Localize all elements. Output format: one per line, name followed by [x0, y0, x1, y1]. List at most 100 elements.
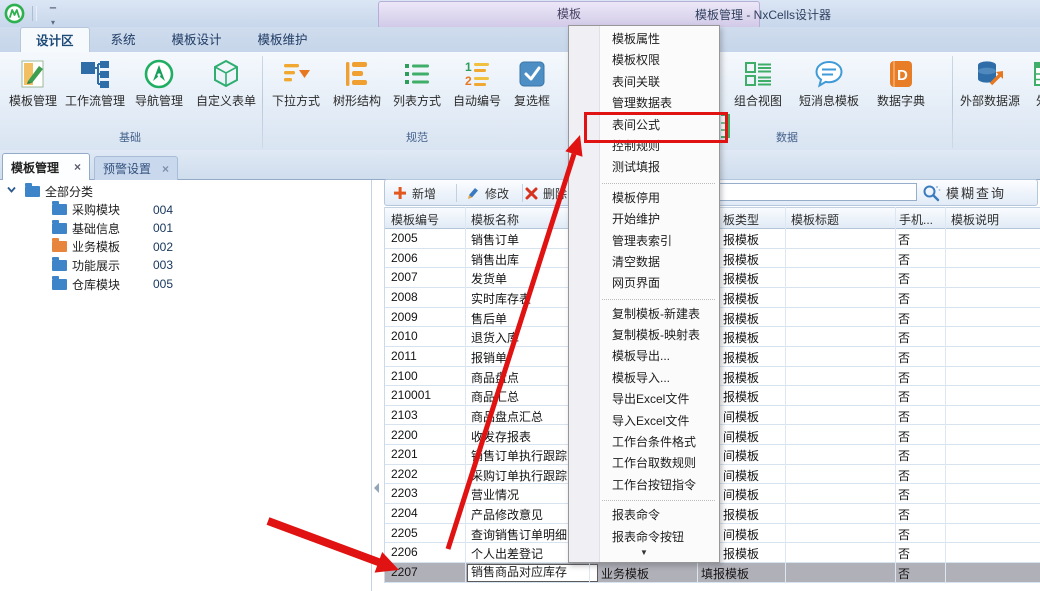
menu-item-模板权限[interactable]: 模板权限 [569, 50, 719, 71]
menu-item-导出Excel文件[interactable]: 导出Excel文件 [569, 389, 719, 410]
divider [32, 6, 33, 21]
menu-item-模板停用[interactable]: 模板停用 [569, 188, 719, 209]
tree-item-基础信息[interactable]: 基础信息001 [0, 219, 422, 237]
menu-item-网页界面[interactable]: 网页界面 [569, 273, 719, 294]
ribbon-button-模板管理[interactable]: 模板管理 [4, 54, 62, 126]
column-header-板类型[interactable]: 板类型 [723, 211, 759, 228]
close-icon[interactable]: × [68, 160, 81, 174]
column-gridline [465, 207, 466, 583]
toolbar-button-label: 修改 [485, 185, 509, 202]
cell-template-name: 实时库存表 [471, 290, 531, 307]
column-header-模板标题[interactable]: 模板标题 [791, 211, 839, 228]
svg-text:2: 2 [465, 74, 472, 88]
menu-item-工作台取数规则[interactable]: 工作台取数规则 [569, 453, 719, 474]
menu-item-导入Excel文件[interactable]: 导入Excel文件 [569, 411, 719, 432]
column-header-模板说明[interactable]: 模板说明 [951, 211, 999, 228]
column-header-模板名称[interactable]: 模板名称 [471, 211, 519, 228]
data-dict-icon: D [884, 57, 918, 91]
cell-template-code: 2205 [391, 526, 418, 540]
tree-item-code: 003 [153, 258, 173, 272]
tree-item-采购模块[interactable]: 采购模块004 [0, 201, 422, 219]
custom-form-icon [209, 57, 243, 91]
table-row[interactable]: 2207销售商品对应库存业务模板填报模板否 [385, 563, 1040, 583]
tree-item-功能展示[interactable]: 功能展示003 [0, 256, 422, 274]
tree-structure-icon [340, 57, 374, 91]
menu-item-工作台条件格式[interactable]: 工作台条件格式 [569, 432, 719, 453]
ribbon-tab-设计区[interactable]: 设计区 [20, 27, 90, 53]
menu-item-开始维护[interactable]: 开始维护 [569, 209, 719, 230]
navigation-icon [142, 57, 176, 91]
svg-text:D: D [897, 67, 908, 84]
window-title: 模板管理 - NxCells设计器 [695, 6, 831, 23]
svg-text:1: 1 [465, 60, 472, 74]
cell-template-code: 2200 [391, 428, 418, 442]
ribbon-button-下拉方式[interactable]: 下拉方式 [267, 54, 325, 126]
ribbon-button-label: 组合视图 [729, 92, 787, 109]
doc-tab-预警设置[interactable]: 预警设置× [94, 156, 178, 180]
ribbon-button-列表方式[interactable]: 列表方式 [388, 54, 446, 126]
divider [456, 184, 457, 202]
cell-template-type: 报模板 [723, 310, 759, 327]
doc-tab-模板管理[interactable]: 模板管理× [2, 153, 90, 180]
ribbon-tab-模板设计[interactable]: 模板设计 [157, 27, 237, 52]
cell-template-type: 报模板 [723, 251, 759, 268]
cell-mobile: 否 [898, 447, 910, 464]
menu-item-管理表索引[interactable]: 管理表索引 [569, 231, 719, 252]
fuzzy-search-button[interactable]: 模糊查询 [921, 182, 1006, 203]
menu-item-模板导出...[interactable]: 模板导出... [569, 346, 719, 367]
ribbon-group-label: 数据 [727, 130, 847, 146]
tree-root-item[interactable]: 全部分类 [0, 182, 376, 200]
ribbon-tab-模板维护[interactable]: 模板维护 [243, 27, 323, 52]
menu-item-报表命令[interactable]: 报表命令 [569, 505, 719, 526]
menu-scroll-down-icon[interactable]: ▼ [569, 548, 719, 559]
ribbon-button-自定义表单[interactable]: 自定义表单 [192, 54, 260, 126]
ribbon: 模板管理工作流管理导航管理自定义表单基础下拉方式树形结构列表方式12自动编号复选… [0, 52, 1040, 151]
ribbon-button-短消息模板[interactable]: 短消息模板 [794, 54, 864, 126]
tree-item-label: 采购模块 [72, 201, 120, 218]
fuzzy-search-icon [921, 183, 941, 203]
ribbon-tab-系统[interactable]: 系统 [96, 27, 151, 52]
menu-item-工作台按钮指令[interactable]: 工作台按钮指令 [569, 475, 719, 496]
menu-item-清空数据[interactable]: 清空数据 [569, 252, 719, 273]
column-header-模板编号[interactable]: 模板编号 [391, 211, 439, 228]
quick-access-dropdown-icon[interactable]: ▔▾ [46, 8, 60, 28]
ribbon-button-label: 列表方式 [388, 92, 446, 109]
新增-button[interactable]: 新增 [393, 184, 436, 202]
tree-item-业务模板[interactable]: 业务模板002 [0, 238, 422, 256]
splitter-collapse-handle[interactable] [374, 483, 379, 493]
ribbon-button-工作流管理[interactable]: 工作流管理 [61, 54, 129, 126]
menu-item-复制模板-映射表[interactable]: 复制模板-映射表 [569, 325, 719, 346]
删除-button[interactable]: 删除 [525, 184, 567, 202]
ribbon-button-外部[interactable]: 外部 [1013, 54, 1040, 126]
cell-mobile: 否 [898, 526, 910, 543]
menu-item-表间关联[interactable]: 表间关联 [569, 72, 719, 93]
cell-mobile: 否 [898, 310, 910, 327]
dropdown-icon [279, 57, 313, 91]
menu-item-模板导入...[interactable]: 模板导入... [569, 368, 719, 389]
ribbon-button-组合视图[interactable]: 组合视图 [729, 54, 787, 126]
ribbon-button-树形结构[interactable]: 树形结构 [328, 54, 386, 126]
cell-template-type: 间模板 [723, 408, 759, 425]
close-icon[interactable]: × [156, 162, 169, 176]
修改-button[interactable]: 修改 [465, 184, 509, 202]
template-name-editbox[interactable]: 销售商品对应库存 [467, 564, 598, 582]
menu-item-模板属性[interactable]: 模板属性 [569, 29, 719, 50]
cell-template-code: 2008 [391, 290, 418, 304]
menu-item-报表命令按钮[interactable]: 报表命令按钮 [569, 527, 719, 548]
checkbox-icon [515, 57, 549, 91]
ribbon-button-自动编号[interactable]: 12自动编号 [448, 54, 506, 126]
ribbon-button-数据字典[interactable]: D数据字典 [872, 54, 930, 126]
ribbon-button-复选框[interactable]: 复选框 [507, 54, 557, 126]
chevron-down-icon[interactable] [6, 184, 17, 198]
cell-template-name: 报销单 [471, 349, 507, 366]
template-manage-icon [16, 57, 50, 91]
tree-item-仓库模块[interactable]: 仓库模块005 [0, 275, 422, 293]
menu-item-测试填报[interactable]: 测试填报 [569, 157, 719, 178]
cell-template-type: 间模板 [723, 447, 759, 464]
title-bar: ▔▾ 模板 模板管理 - NxCells设计器 [0, 0, 1040, 27]
cell-template-code: 2206 [391, 545, 418, 559]
tree-item-code: 005 [153, 277, 173, 291]
ribbon-button-导航管理[interactable]: 导航管理 [130, 54, 188, 126]
column-header-手机...[interactable]: 手机... [899, 211, 933, 228]
menu-item-复制模板-新建表[interactable]: 复制模板-新建表 [569, 304, 719, 325]
